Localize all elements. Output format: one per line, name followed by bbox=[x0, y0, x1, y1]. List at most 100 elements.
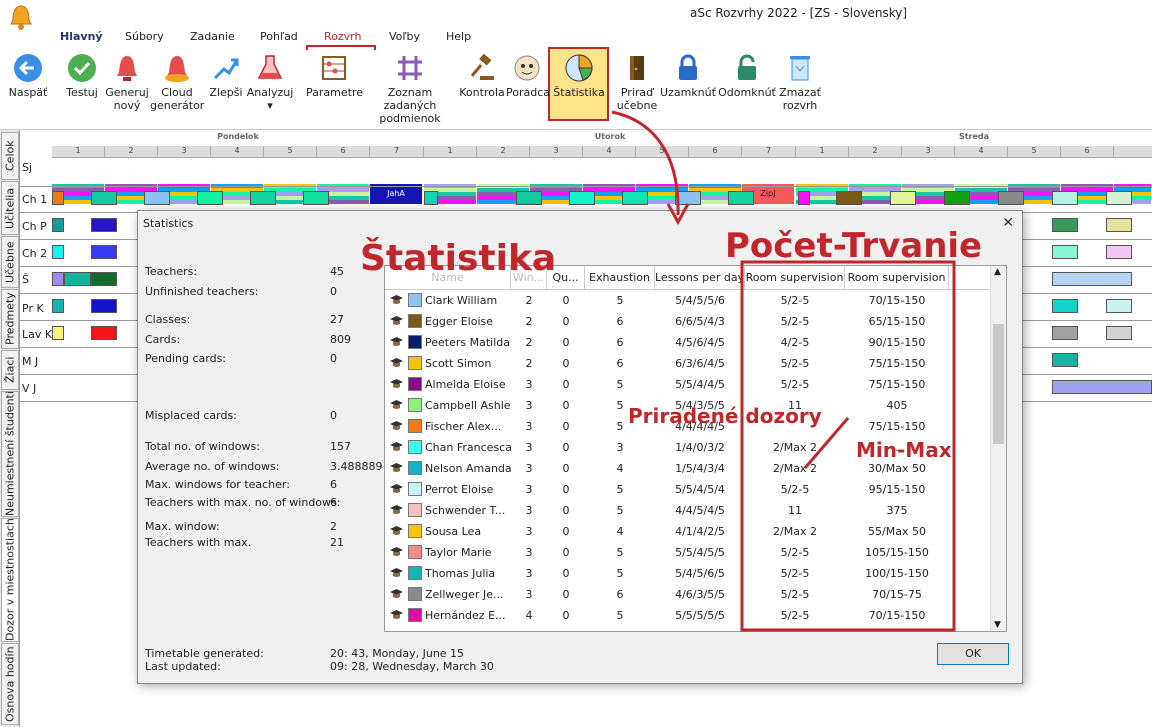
teacher-row[interactable]: Perrot Eloise 3 0 5 5/5/4/5/4 5/2-5 95/15-150 bbox=[385, 479, 991, 500]
lesson-card[interactable] bbox=[1052, 299, 1078, 313]
lesson-card[interactable] bbox=[798, 191, 810, 205]
lesson-card[interactable] bbox=[569, 191, 595, 205]
prirad-ucebne-button[interactable]: Priraď učebne bbox=[616, 52, 658, 112]
parametre-button[interactable]: Parametre bbox=[306, 52, 363, 99]
lesson-card[interactable] bbox=[1106, 299, 1132, 313]
col-header-room-supervision-2[interactable]: Room supervision bbox=[845, 266, 949, 290]
tab-ziaci[interactable]: Žiaci bbox=[1, 350, 19, 390]
lesson-card[interactable] bbox=[52, 218, 64, 232]
teacher-row[interactable]: Sousa Lea 3 0 4 4/1/4/2/5 2/Max 2 55/Max 50 bbox=[385, 521, 991, 542]
lesson-card[interactable] bbox=[728, 191, 754, 205]
lesson-card[interactable] bbox=[52, 245, 64, 259]
row-label-s[interactable]: Š bbox=[22, 273, 29, 286]
zmazat-rozvrh-button[interactable]: Zmazať rozvrh bbox=[776, 52, 824, 112]
tab-dozor-v-miestnostiach[interactable]: Dozor v miestnostiach bbox=[1, 518, 19, 642]
lesson-card[interactable] bbox=[91, 191, 117, 205]
lesson-card[interactable] bbox=[1106, 245, 1132, 259]
close-icon[interactable]: ✕ bbox=[1002, 215, 1014, 231]
poradca-button[interactable]: Poradca bbox=[506, 52, 550, 99]
lesson-card[interactable] bbox=[91, 272, 117, 286]
menu-help[interactable]: Help bbox=[446, 30, 471, 43]
teacher-row[interactable]: Thomas Julia 3 0 5 5/4/5/6/5 5/2-5 100/15-150 bbox=[385, 563, 991, 584]
ok-button[interactable]: OK bbox=[937, 643, 1009, 665]
lesson-card[interactable] bbox=[91, 245, 117, 259]
lesson-card[interactable] bbox=[91, 299, 117, 313]
generuj-button[interactable]: Generuj nový bbox=[104, 52, 150, 112]
lesson-card[interactable] bbox=[1052, 191, 1078, 205]
tab-osnova-hodin[interactable]: Osnova hodín bbox=[1, 643, 19, 725]
lesson-card[interactable] bbox=[1052, 245, 1078, 259]
lesson-card[interactable] bbox=[836, 191, 862, 205]
row-label-chp[interactable]: Ch P bbox=[22, 220, 47, 233]
zoznam-podmienok-button[interactable]: Zoznam zadaných podmienok bbox=[363, 52, 457, 125]
row-label-ch1[interactable]: Ch 1 bbox=[22, 193, 47, 206]
lesson-card[interactable] bbox=[52, 326, 64, 340]
menu-rozvrh[interactable]: Rozvrh bbox=[324, 30, 361, 43]
teacher-row[interactable]: Scott Simon 2 0 6 6/3/6/4/5 5/2-5 75/15-150 bbox=[385, 353, 991, 374]
teacher-row[interactable]: Peeters Matilda 2 0 6 4/5/6/4/5 4/2-5 90/15-15… bbox=[385, 332, 991, 353]
menu-subory[interactable]: Súbory bbox=[125, 30, 164, 43]
teacher-row[interactable]: Zellweger Je... 3 0 6 4/6/3/5/5 5/2-5 70/15-75 bbox=[385, 584, 991, 605]
teacher-row[interactable]: Taylor Marie 3 0 5 5/5/4/5/5 5/2-5 105/15-150 bbox=[385, 542, 991, 563]
col-header-lessons-per-day[interactable]: Lessons per day bbox=[655, 266, 745, 290]
cloud-generator-button[interactable]: Cloud generátor bbox=[150, 52, 204, 112]
lesson-card[interactable] bbox=[64, 272, 91, 286]
lesson-card[interactable] bbox=[1052, 380, 1152, 394]
statistika-button[interactable]: Štatistika bbox=[550, 52, 608, 99]
lesson-card[interactable] bbox=[1052, 272, 1132, 286]
row-label-ch2[interactable]: Ch 2 bbox=[22, 247, 47, 260]
menu-volby[interactable]: Voľby bbox=[389, 30, 420, 43]
row-label-sj[interactable]: Sj bbox=[22, 161, 32, 174]
tab-ucebne[interactable]: Učebne bbox=[1, 236, 19, 288]
lesson-card[interactable] bbox=[91, 326, 117, 340]
teacher-row[interactable]: Almeida Eloise 3 0 5 5/5/4/4/5 5/2-5 75/15-150 bbox=[385, 374, 991, 395]
tab-ucitelia[interactable]: Učitelia bbox=[1, 181, 19, 235]
lesson-card[interactable] bbox=[52, 299, 64, 313]
lesson-card[interactable] bbox=[424, 191, 438, 205]
lesson-card[interactable] bbox=[197, 191, 223, 205]
lesson-card[interactable] bbox=[1106, 191, 1132, 205]
teacher-row[interactable]: Egger Eloise 2 0 6 6/6/5/4/3 5/2-5 65/15-150 bbox=[385, 311, 991, 332]
menu-hlavny[interactable]: Hlavný bbox=[60, 30, 103, 43]
col-header-room-supervision-1[interactable]: Room supervision bbox=[745, 266, 845, 290]
scroll-thumb[interactable] bbox=[993, 324, 1004, 444]
teacher-row[interactable]: Hernández E... 4 0 5 5/5/5/5/5 5/2-5 70/15-150 bbox=[385, 605, 991, 626]
kontrola-button[interactable]: Kontrola bbox=[459, 52, 505, 99]
lesson-card[interactable] bbox=[144, 191, 170, 205]
lesson-card[interactable] bbox=[890, 191, 916, 205]
lesson-card[interactable] bbox=[1052, 353, 1078, 367]
row-label-vj[interactable]: V J bbox=[22, 382, 36, 395]
col-header-exhaustion[interactable]: Exhaustion bbox=[585, 266, 655, 290]
naspat-button[interactable]: Naspäť bbox=[8, 52, 48, 99]
table-scrollbar[interactable]: ▲ ▼ bbox=[990, 266, 1006, 631]
lesson-card[interactable] bbox=[622, 191, 648, 205]
lesson-card[interactable] bbox=[516, 191, 542, 205]
menu-zadanie[interactable]: Zadanie bbox=[190, 30, 235, 43]
tab-predmety[interactable]: Predmety bbox=[1, 289, 19, 349]
lesson-card[interactable] bbox=[1106, 218, 1132, 232]
lesson-card[interactable] bbox=[998, 191, 1024, 205]
tab-neumiestneni-studenti[interactable]: Neumiestnení študenti bbox=[1, 391, 19, 517]
uzamknut-button[interactable]: Uzamknúť bbox=[660, 52, 716, 99]
scroll-up-icon[interactable]: ▲ bbox=[994, 267, 1001, 277]
scroll-down-icon[interactable]: ▼ bbox=[994, 620, 1001, 630]
lesson-card[interactable] bbox=[944, 191, 970, 205]
teacher-row[interactable]: Clark William 2 0 5 5/4/5/5/6 5/2-5 70/15-150 bbox=[385, 290, 991, 311]
lesson-card[interactable] bbox=[52, 272, 64, 286]
lesson-card[interactable] bbox=[1052, 326, 1078, 340]
row-label-prk[interactable]: Pr K bbox=[22, 302, 44, 315]
odomknut-button[interactable]: Odomknúť bbox=[718, 52, 776, 99]
lesson-card[interactable] bbox=[52, 191, 64, 205]
testuj-button[interactable]: Testuj bbox=[62, 52, 102, 99]
zlepsi-button[interactable]: Zlepši bbox=[207, 52, 245, 99]
row-label-lavk[interactable]: Lav K bbox=[22, 328, 52, 341]
lesson-card[interactable] bbox=[250, 191, 276, 205]
teacher-row[interactable]: Schwender T... 3 0 5 4/4/5/4/5 11 375 bbox=[385, 500, 991, 521]
lesson-card[interactable] bbox=[303, 191, 329, 205]
menu-pohlad[interactable]: Pohľad bbox=[260, 30, 298, 43]
analyzuj-button[interactable]: Analyzuj ▾ bbox=[246, 52, 294, 112]
lesson-card[interactable] bbox=[91, 218, 117, 232]
lesson-card[interactable] bbox=[1052, 218, 1078, 232]
lesson-card[interactable] bbox=[675, 191, 701, 205]
lesson-card[interactable] bbox=[1106, 326, 1132, 340]
